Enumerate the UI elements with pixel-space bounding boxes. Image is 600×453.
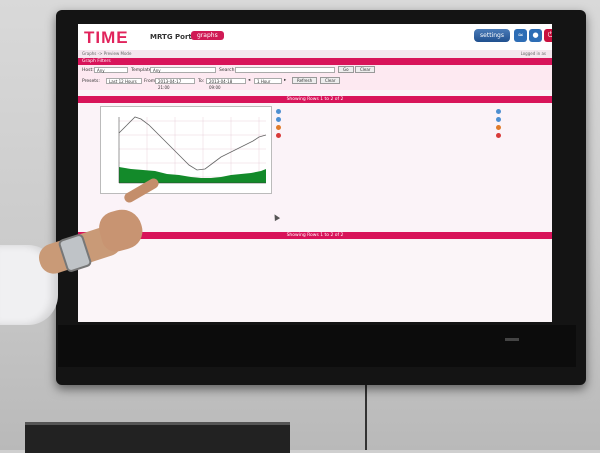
- pagination-bar-bottom: Showing Rows 1 to 2 of 2: [78, 232, 552, 239]
- to-label: To:: [198, 79, 205, 84]
- properties-icon-2[interactable]: [496, 117, 501, 122]
- shift-left-icon[interactable]: ◂: [248, 78, 250, 83]
- television-led: [505, 338, 519, 341]
- sub-header: Graphs -> Preview Mode Logged in as: [78, 50, 552, 58]
- logged-in-text: Logged in as: [520, 51, 546, 56]
- edit-icon[interactable]: [276, 125, 281, 130]
- pagination-bar-top: Showing Rows 1 to 2 of 2: [78, 96, 552, 103]
- tab-graphs[interactable]: graphs: [191, 31, 224, 40]
- signal-icon[interactable]: ≈: [514, 29, 527, 42]
- template-select[interactable]: Any: [150, 67, 216, 73]
- desk-edge: [25, 422, 290, 453]
- search-label: Search:: [219, 68, 236, 73]
- from-input[interactable]: 2013-04-17 21:00: [155, 78, 195, 90]
- go-button[interactable]: Go: [338, 66, 354, 73]
- filter-section-header: Graph Filters: [78, 58, 552, 65]
- power-cable: [365, 380, 367, 450]
- to-input[interactable]: 2013-04-18 09:00: [206, 78, 246, 90]
- presets-label: Presets:: [82, 79, 100, 84]
- presets-select[interactable]: Last 12 Hours: [106, 78, 142, 84]
- refresh-button[interactable]: Refresh: [292, 77, 318, 84]
- brand-logo: TIME: [84, 28, 129, 47]
- portal-header: TIME MRTG Portal graphs settings ≈ ● ⏻: [78, 24, 552, 50]
- empty-content-area: [78, 239, 552, 322]
- shift-right-icon[interactable]: ▸: [284, 78, 286, 83]
- television-bezel-bottom: [58, 325, 576, 367]
- user-icon[interactable]: ●: [529, 29, 542, 42]
- search-input[interactable]: [235, 67, 335, 73]
- host-label: Host:: [82, 68, 94, 73]
- tv-screen: TIME MRTG Portal graphs settings ≈ ● ⏻ G…: [78, 24, 552, 322]
- logout-icon[interactable]: ⏻: [544, 29, 552, 42]
- clear-dates-button[interactable]: Clear: [320, 77, 341, 84]
- filter-section-title: Graph Filters: [82, 59, 111, 64]
- timespan-select[interactable]: 1 Hour: [254, 78, 282, 84]
- filter-panel: Host: Any Template: Any Search: Go Clear…: [78, 65, 552, 90]
- delete-icon-2[interactable]: [496, 133, 501, 138]
- properties-icon[interactable]: [276, 117, 281, 122]
- traffic-graph-svg: [101, 107, 271, 193]
- settings-button[interactable]: settings: [474, 29, 510, 42]
- breadcrumb[interactable]: Graphs -> Preview Mode: [82, 51, 131, 56]
- delete-icon[interactable]: [276, 133, 281, 138]
- zoom-icon-2[interactable]: [496, 109, 501, 114]
- clear-button[interactable]: Clear: [355, 66, 376, 73]
- edit-icon-2[interactable]: [496, 125, 501, 130]
- host-select[interactable]: Any: [94, 67, 128, 73]
- zoom-icon[interactable]: [276, 109, 281, 114]
- traffic-graph[interactable]: [100, 106, 272, 194]
- mouse-cursor-icon: [271, 212, 281, 222]
